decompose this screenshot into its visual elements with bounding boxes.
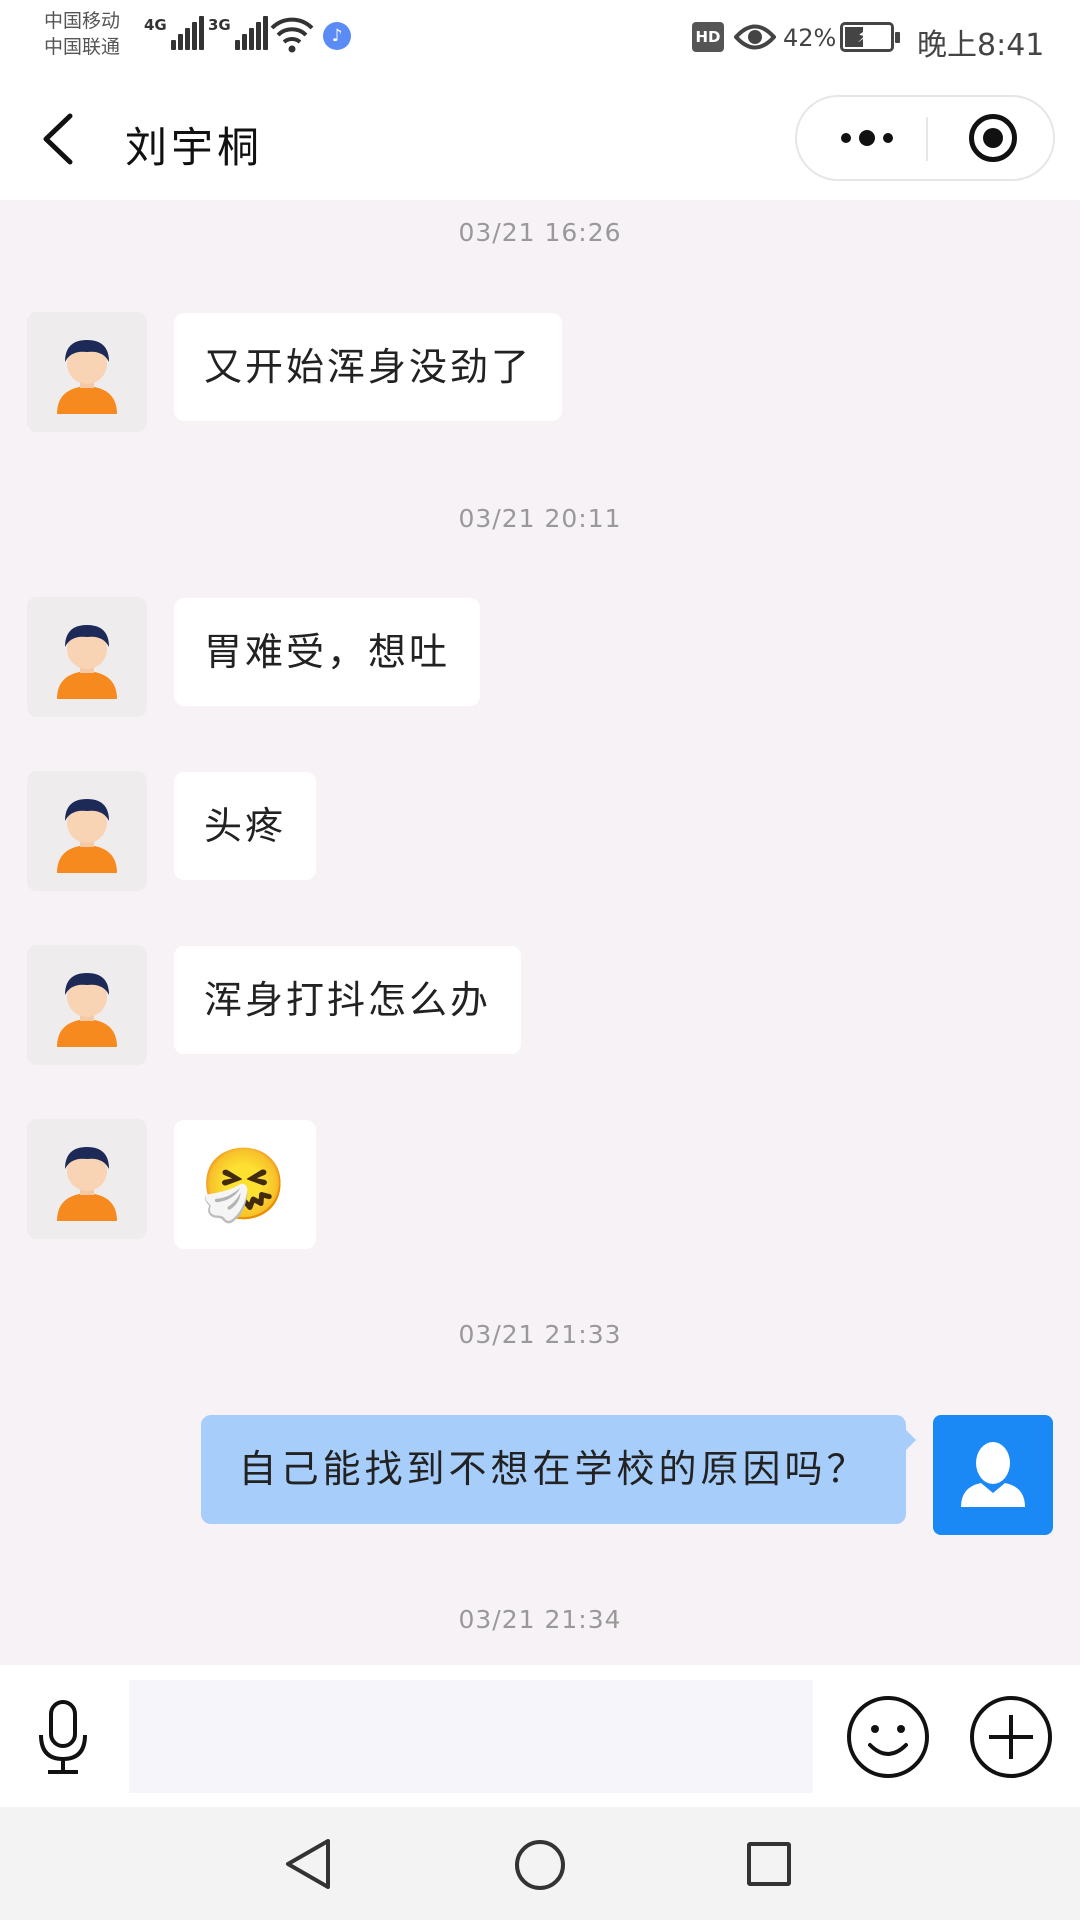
message-input[interactable] — [129, 1680, 813, 1793]
microphone-icon[interactable] — [36, 1699, 90, 1777]
signal-icon: 3G — [208, 16, 268, 50]
hd-badge: HD — [692, 22, 724, 52]
incoming-message[interactable]: 头疼 — [174, 772, 317, 880]
user-avatar-icon — [57, 625, 117, 699]
network-type-2: 3G — [208, 16, 231, 34]
timestamp: 03/21 21:33 — [458, 1320, 622, 1349]
network-type-1: 4G — [144, 16, 167, 34]
bubble-tail — [906, 1430, 916, 1450]
music-icon: ♪ — [323, 22, 351, 50]
avatar[interactable] — [27, 597, 147, 717]
battery-percent: 42% — [783, 24, 837, 52]
avatar[interactable] — [27, 771, 147, 891]
person-silhouette-icon — [961, 1442, 1025, 1507]
incoming-message[interactable]: 浑身打抖怎么办 — [174, 946, 522, 1054]
timestamp: 03/21 21:34 — [458, 1605, 622, 1634]
user-avatar-icon — [57, 1147, 117, 1221]
eye-icon — [734, 24, 776, 50]
chat-header: 刘宇桐 — [0, 78, 1080, 200]
back-arrow-icon[interactable] — [40, 112, 76, 166]
incoming-message[interactable]: 胃难受，想吐 — [174, 598, 481, 706]
user-avatar-icon — [57, 799, 117, 873]
emoji-icon[interactable] — [846, 1695, 930, 1779]
status-time: 晚上8:41 — [917, 28, 1045, 63]
nav-home-icon[interactable] — [515, 1840, 565, 1890]
carrier-names: 中国移动 中国联通 — [44, 8, 120, 60]
capsule-divider — [926, 117, 928, 161]
avatar[interactable] — [27, 1119, 147, 1239]
system-nav-bar — [0, 1807, 1080, 1920]
input-bar — [0, 1665, 1080, 1807]
page-title: 刘宇桐 — [125, 123, 264, 172]
wifi-icon — [270, 17, 314, 53]
plus-icon[interactable] — [969, 1695, 1053, 1779]
outgoing-message[interactable]: 自己能找到不想在学校的原因吗？ — [201, 1415, 906, 1524]
carrier-2: 中国联通 — [44, 36, 121, 58]
incoming-emoji-message[interactable]: 🤧 — [174, 1120, 317, 1249]
nav-recent-icon[interactable] — [747, 1842, 791, 1886]
mini-program-capsule — [795, 95, 1055, 181]
user-avatar-icon — [57, 340, 117, 414]
battery-charging-icon: ⚡ — [840, 22, 900, 52]
avatar[interactable] — [27, 945, 147, 1065]
my-avatar[interactable] — [933, 1415, 1053, 1535]
incoming-message[interactable]: 又开始浑身没劲了 — [174, 313, 563, 421]
more-dots-icon[interactable] — [827, 97, 907, 179]
status-bar: 中国移动 中国联通 4G 3G ♪ HD 42% ⚡ 晚上8:41 — [0, 0, 1080, 78]
user-avatar-icon — [57, 973, 117, 1047]
carrier-1: 中国移动 — [44, 10, 121, 32]
target-icon[interactable] — [969, 114, 1017, 162]
timestamp: 03/21 20:11 — [458, 504, 622, 533]
nav-back-icon[interactable] — [284, 1837, 332, 1891]
signal-icon: 4G — [144, 16, 204, 50]
avatar[interactable] — [27, 312, 147, 432]
timestamp: 03/21 16:26 — [458, 218, 622, 247]
